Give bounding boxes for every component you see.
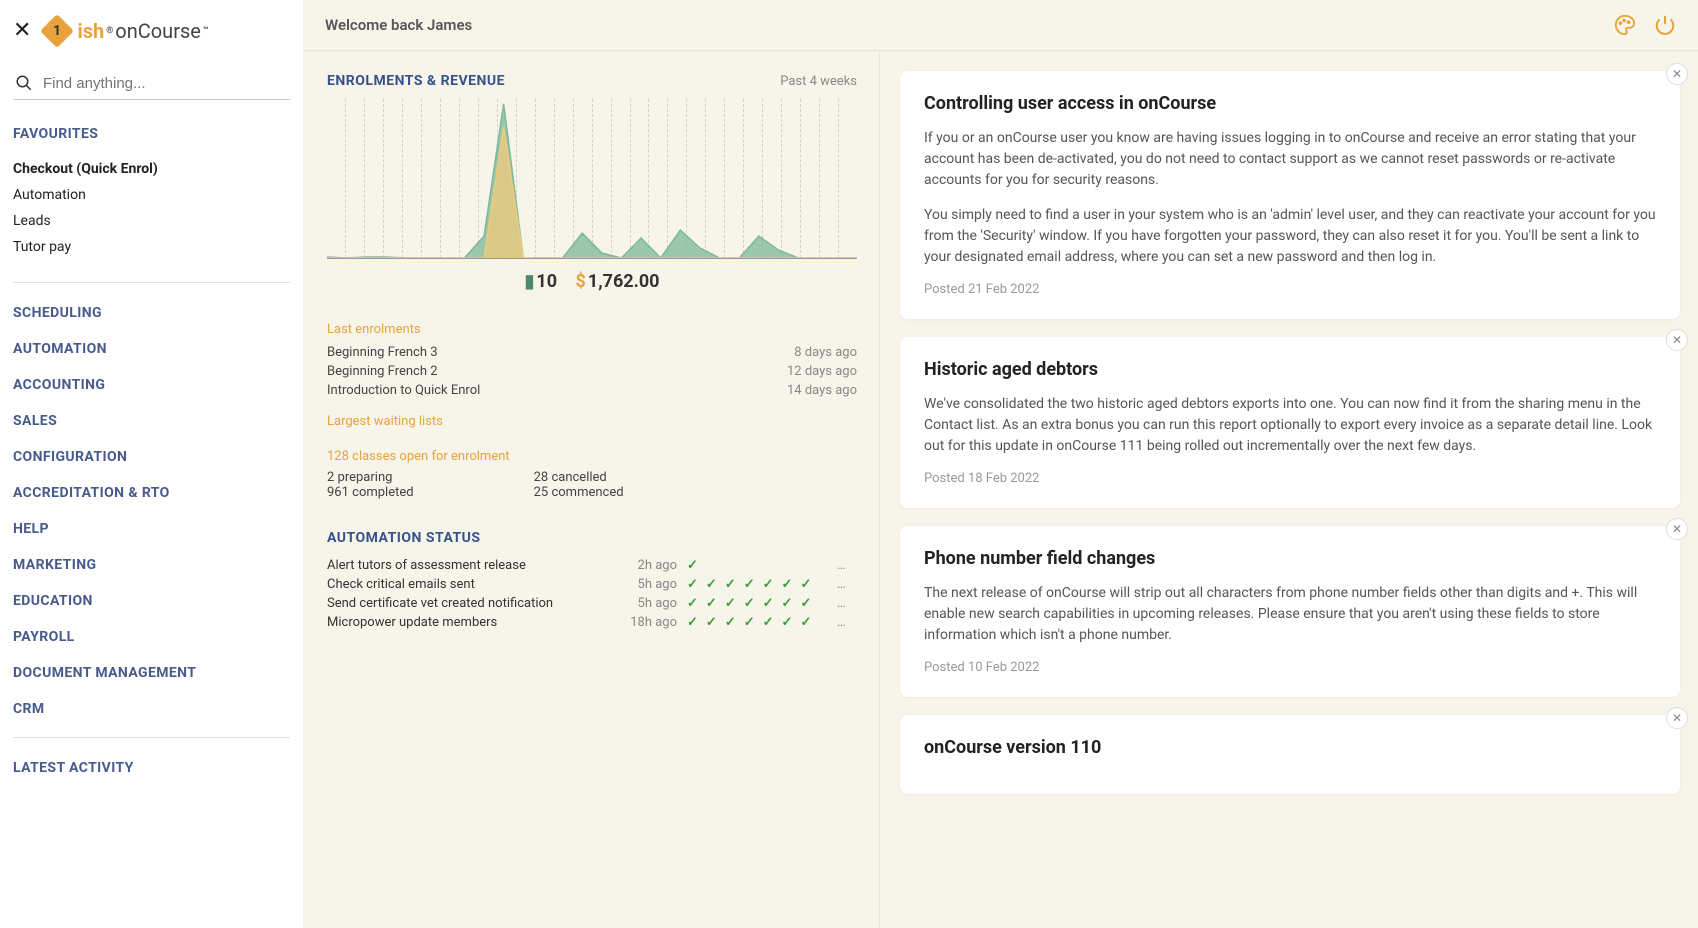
search-icon (15, 73, 33, 93)
automation-row[interactable]: Micropower update members18h ago✓✓✓✓✓✓✓… (327, 613, 857, 632)
class-stat: 961 completed (327, 485, 414, 500)
enrolments-widget: ENROLMENTS & REVENUE Past 4 weeks ▮10 $1… (327, 73, 857, 292)
check-icon: ✓ (782, 596, 793, 611)
news-card: ✕Phone number field changesThe next rele… (900, 526, 1680, 697)
welcome-text: Welcome back James (325, 16, 472, 34)
favourite-item[interactable]: Automation (13, 182, 290, 208)
nav-category[interactable]: MARKETING (13, 557, 290, 573)
automation-row[interactable]: Check critical emails sent5h ago✓✓✓✓✓✓✓… (327, 575, 857, 594)
card-posted: Posted 10 Feb 2022 (924, 660, 1656, 675)
nav-category[interactable]: CRM (13, 701, 290, 717)
waiting-lists-link[interactable]: Largest waiting lists (327, 414, 857, 429)
sidebar: ✕ 1 ish®onCourse™ FAVOURITES Checkout (Q… (0, 0, 303, 928)
theme-palette-icon[interactable] (1614, 14, 1636, 36)
card-paragraph: We've consolidated the two historic aged… (924, 394, 1656, 457)
check-icon: ✓ (706, 577, 717, 592)
automation-title: AUTOMATION STATUS (327, 530, 481, 546)
dashboard-column: ENROLMENTS & REVENUE Past 4 weeks ▮10 $1… (303, 51, 880, 928)
check-icon: ✓ (687, 577, 698, 592)
close-icon[interactable]: ✕ (13, 18, 31, 43)
power-icon[interactable] (1654, 14, 1676, 36)
card-close-icon[interactable]: ✕ (1666, 707, 1688, 729)
check-icon: ✓ (706, 615, 717, 630)
check-icon: ✓ (763, 596, 774, 611)
card-title: Controlling user access in onCourse (924, 93, 1656, 114)
check-icon: ✓ (782, 615, 793, 630)
card-close-icon[interactable]: ✕ (1666, 329, 1688, 351)
card-close-icon[interactable]: ✕ (1666, 518, 1688, 540)
check-icon: ✓ (725, 596, 736, 611)
check-icon: ✓ (763, 615, 774, 630)
check-icon: ✓ (800, 577, 811, 592)
favourites-heading: FAVOURITES (13, 126, 290, 142)
class-stat: 2 preparing (327, 470, 414, 485)
check-icon: ✓ (744, 577, 755, 592)
card-posted: Posted 18 Feb 2022 (924, 471, 1656, 486)
nav-category[interactable]: DOCUMENT MANAGEMENT (13, 665, 290, 681)
card-close-icon[interactable]: ✕ (1666, 63, 1688, 85)
enrolments-title: ENROLMENTS & REVENUE (327, 73, 505, 89)
check-icon: ✓ (763, 577, 774, 592)
check-icon: ✓ (687, 596, 698, 611)
card-paragraph: You simply need to find a user in your s… (924, 205, 1656, 268)
search-input-wrap[interactable] (13, 67, 290, 100)
open-classes-link[interactable]: 128 classes open for enrolment (327, 449, 857, 464)
check-icon: ✓ (800, 596, 811, 611)
automation-row[interactable]: Alert tutors of assessment release2h ago… (327, 556, 857, 575)
check-icon: ✓ (744, 615, 755, 630)
nav-category[interactable]: CONFIGURATION (13, 449, 290, 465)
nav-category[interactable]: SALES (13, 413, 290, 429)
favourite-item[interactable]: Checkout (Quick Enrol) (13, 156, 290, 182)
dollar-icon: $ (576, 271, 586, 292)
check-icon: ✓ (687, 615, 698, 630)
more-icon[interactable]: … (837, 615, 857, 630)
check-icon: ✓ (725, 577, 736, 592)
person-icon: ▮ (525, 271, 535, 292)
class-stat: 28 cancelled (534, 470, 624, 485)
search-input[interactable] (43, 75, 288, 92)
enrolments-stats: ▮10 $1,762.00 (327, 271, 857, 292)
check-icon: ✓ (725, 615, 736, 630)
card-paragraph: The next release of onCourse will strip … (924, 583, 1656, 646)
nav-category[interactable]: SCHEDULING (13, 305, 290, 321)
automation-row[interactable]: Send certificate vet created notificatio… (327, 594, 857, 613)
check-icon: ✓ (744, 596, 755, 611)
nav-category[interactable]: PAYROLL (13, 629, 290, 645)
favourite-item[interactable]: Leads (13, 208, 290, 234)
check-icon: ✓ (687, 558, 698, 573)
enrolment-row[interactable]: Beginning French 38 days ago (327, 343, 857, 362)
card-posted: Posted 21 Feb 2022 (924, 282, 1656, 297)
enrolment-row[interactable]: Beginning French 212 days ago (327, 362, 857, 381)
card-title: onCourse version 110 (924, 737, 1656, 758)
news-card: ✕onCourse version 110 (900, 715, 1680, 794)
nav-category[interactable]: HELP (13, 521, 290, 537)
news-card: ✕Historic aged debtorsWe've consolidated… (900, 337, 1680, 508)
news-feed: ✕ Controlling user access in onCourse If y… (880, 51, 1698, 928)
card-paragraph: If you or an onCourse user you know are … (924, 128, 1656, 191)
nav-category[interactable]: EDUCATION (13, 593, 290, 609)
news-card: ✕Controlling user access in onCourseIf y… (900, 71, 1680, 319)
topbar: Welcome back James (303, 0, 1698, 51)
check-icon: ✓ (706, 596, 717, 611)
more-icon[interactable]: … (837, 577, 857, 592)
favourite-item[interactable]: Tutor pay (13, 234, 290, 260)
enrolment-row[interactable]: Introduction to Quick Enrol14 days ago (327, 381, 857, 400)
nav-category[interactable]: ACCOUNTING (13, 377, 290, 393)
app-logo: 1 ish®onCourse™ (45, 19, 208, 43)
check-icon: ✓ (782, 577, 793, 592)
logo-diamond-icon: 1 (40, 14, 74, 48)
card-title: Historic aged debtors (924, 359, 1656, 380)
latest-activity-heading: LATEST ACTIVITY (13, 760, 290, 776)
last-enrolments-link[interactable]: Last enrolments (327, 322, 857, 337)
enrolments-period: Past 4 weeks (780, 74, 857, 89)
more-icon[interactable]: … (837, 596, 857, 611)
more-icon[interactable]: … (837, 558, 857, 573)
class-stat: 25 commenced (534, 485, 624, 500)
nav-category[interactable]: ACCREDITATION & RTO (13, 485, 290, 501)
enrolments-chart (327, 99, 857, 259)
nav-category[interactable]: AUTOMATION (13, 341, 290, 357)
card-title: Phone number field changes (924, 548, 1656, 569)
check-icon: ✓ (800, 615, 811, 630)
